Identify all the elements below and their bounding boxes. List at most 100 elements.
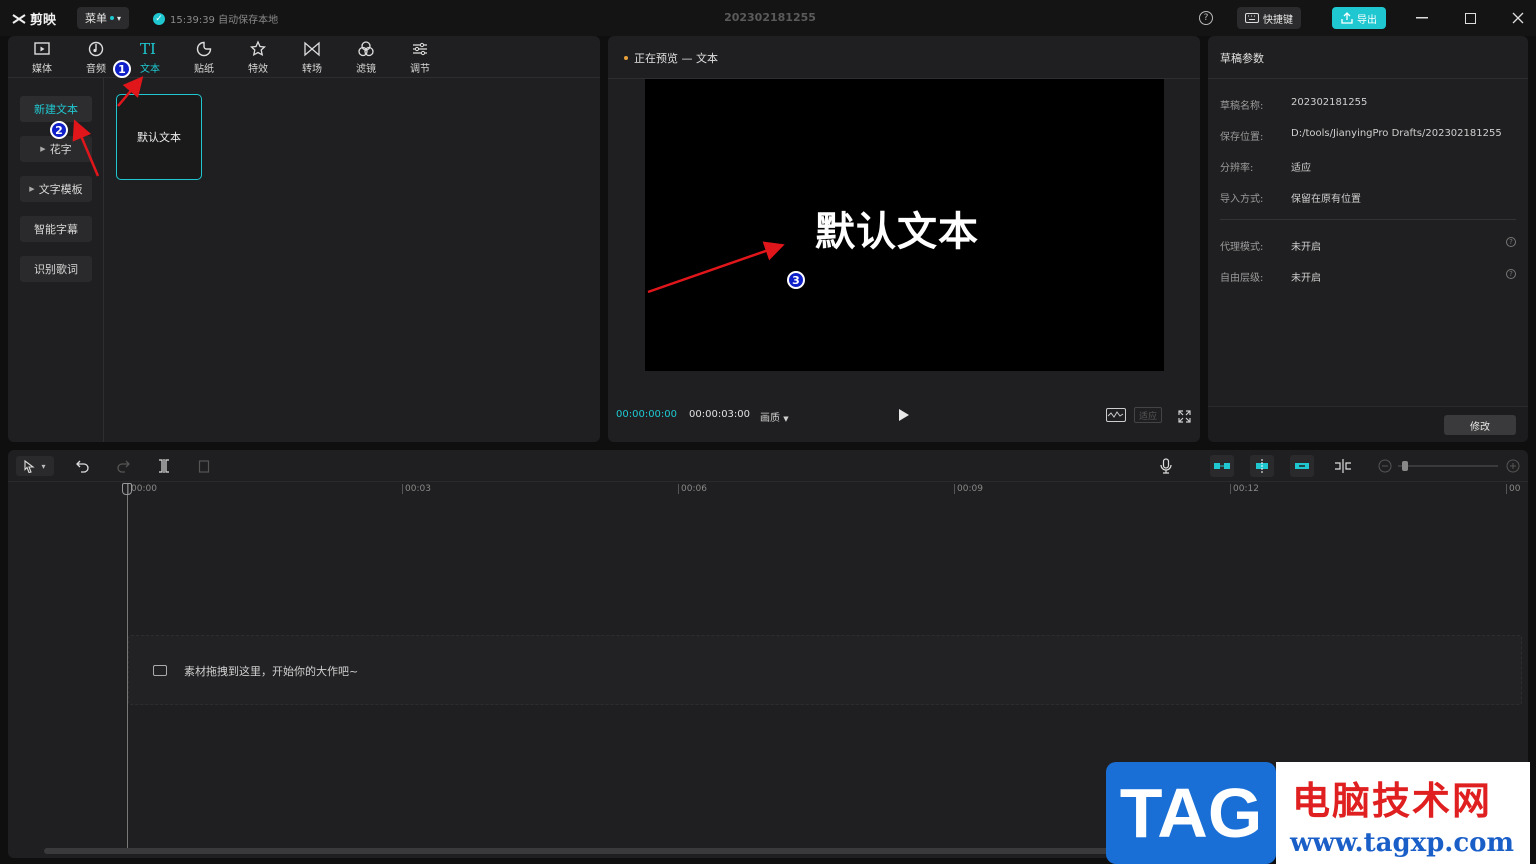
param-row: 导入方式: 保留在原有位置 [1220,190,1361,205]
export-button[interactable]: 导出 [1332,7,1386,29]
nav-text-template[interactable]: ▶ 文字模板 [20,176,92,202]
total-time: 00:00:03:00 [689,409,751,420]
nav-new-text[interactable]: 新建文本 [20,96,92,122]
check-icon: ✓ [153,12,165,25]
cursor-icon [24,459,36,473]
param-key: 代理模式: [1220,242,1264,253]
redo-icon[interactable] [116,458,130,477]
app-name: 剪映 [30,13,57,28]
nav-fancy-text[interactable]: ▶ 花字 [20,136,92,162]
param-key: 分辨率: [1220,163,1254,174]
param-value: 未开启 [1291,242,1321,253]
play-button[interactable] [898,407,910,426]
zoom-slider-handle[interactable] [1402,461,1408,471]
tab-adjust[interactable]: 调节 [398,40,442,76]
microphone-icon[interactable] [1160,458,1172,478]
preview-title-text: 正在预览 — 文本 [634,52,718,65]
effects-icon [249,40,267,57]
tab-filter[interactable]: 滤镜 [344,40,388,76]
minimize-icon[interactable] [1412,8,1432,28]
annotation-badge-3: 3 [787,271,805,289]
horizontal-scrollbar[interactable] [44,848,1124,854]
preview-panel: 正在预览 — 文本 默认文本 00:00:00:00 00:00:03:00 画… [608,36,1200,442]
tab-audio[interactable]: 音频 [74,40,118,76]
zoom-out-icon[interactable] [1378,458,1392,477]
param-row: 自由层级: 未开启 [1220,269,1321,284]
menu-label: 菜单 [84,12,107,25]
tab-transition[interactable]: 转场 [290,40,334,76]
sticker-icon [196,41,212,57]
tab-effects-label: 特效 [248,64,268,75]
help-icon[interactable]: ? [1199,11,1213,25]
shortcut-button[interactable]: 快捷键 [1237,7,1301,29]
menu-dot-icon [109,16,114,20]
timeline-ruler[interactable]: 00:00 00:03 00:06 00:09 00:12 00 [126,482,1528,496]
tab-sticker-label: 贴纸 [194,64,214,75]
capcut-logo-icon [12,13,26,24]
preview-title: 正在预览 — 文本 [624,50,718,66]
adjust-icon [413,42,427,56]
transition-icon [304,41,320,57]
info-icon[interactable]: ? [1506,237,1516,247]
default-text-card-label: 默认文本 [137,131,181,144]
close-icon[interactable] [1508,8,1528,28]
current-time: 00:00:00:00 [616,409,678,420]
tab-sticker[interactable]: 贴纸 [182,40,226,76]
tab-effects[interactable]: 特效 [236,40,280,76]
nav-auto-caption[interactable]: 智能字幕 [20,216,92,242]
chevron-down-icon: ▾ [116,13,121,23]
auto-snap-icon[interactable] [1250,455,1274,477]
param-value: 未开启 [1291,273,1321,284]
quality-dropdown[interactable]: 画质 ▼ [760,409,789,424]
preview-canvas[interactable]: 默认文本 [645,79,1164,371]
undo-icon[interactable] [76,458,90,477]
main-track-magnet-icon[interactable] [1210,455,1234,477]
ruler-tick: 00:12 [1230,484,1259,494]
nav-new-text-label: 新建文本 [34,103,78,116]
preview-axis-icon[interactable] [1334,458,1352,477]
ruler-tick: 00 [1506,484,1520,494]
autosave-text: 15:39:39 自动保存本地 [170,15,279,26]
delete-icon[interactable] [198,458,210,477]
watermark-tag-text: TAG [1119,774,1263,852]
linkage-icon[interactable] [1290,455,1314,477]
svg-text:TI: TI [140,40,156,58]
zoom-slider[interactable] [1398,461,1498,471]
divider [1208,78,1528,79]
chevron-down-icon: ▾ [41,461,46,471]
nav-text-template-label: 文字模板 [38,183,83,196]
canvas-text[interactable]: 默认文本 [815,199,979,257]
annotation-badge-1: 1 [113,60,131,78]
fit-button[interactable]: 适应 [1134,407,1162,423]
param-key: 导入方式: [1220,194,1264,205]
watermark-title: 电脑技术网 [1292,779,1493,823]
tab-media[interactable]: 媒体 [20,40,64,76]
tab-filter-label: 滤镜 [356,64,376,75]
fullscreen-icon[interactable] [1178,408,1191,427]
ruler-tick: 00:00 [128,484,157,494]
tab-text[interactable]: TI 文本 [128,40,172,76]
preview-dot-icon [624,56,628,60]
ruler-tick: 00:09 [954,484,983,494]
split-icon[interactable] [158,458,170,477]
playhead-handle[interactable] [122,483,132,495]
export-label: 导出 [1357,14,1377,26]
waveform-icon[interactable] [1106,408,1126,422]
zoom-in-icon[interactable] [1506,458,1520,477]
select-tool-button[interactable]: ▾ [16,456,54,476]
modify-button[interactable]: 修改 [1444,415,1516,435]
main-track-drop-zone[interactable]: 素材拖拽到这里，开始你的大作吧~ [128,635,1522,705]
default-text-card[interactable]: 默认文本 [116,94,202,180]
nav-lyrics[interactable]: 识别歌词 [20,256,92,282]
param-row: 代理模式: 未开启 [1220,238,1321,253]
nav-fancy-text-label: 花字 [49,143,72,156]
param-key: 自由层级: [1220,273,1264,284]
ruler-tick: 00:06 [678,484,707,494]
info-icon[interactable]: ? [1506,269,1516,279]
project-title: 202302181255 [724,11,816,24]
caret-right-icon: ▶ [40,145,46,153]
maximize-icon[interactable] [1460,8,1480,28]
filter-icon [358,41,374,57]
menu-button[interactable]: 菜单 ▾ [77,7,129,29]
nav-auto-caption-label: 智能字幕 [34,223,78,236]
